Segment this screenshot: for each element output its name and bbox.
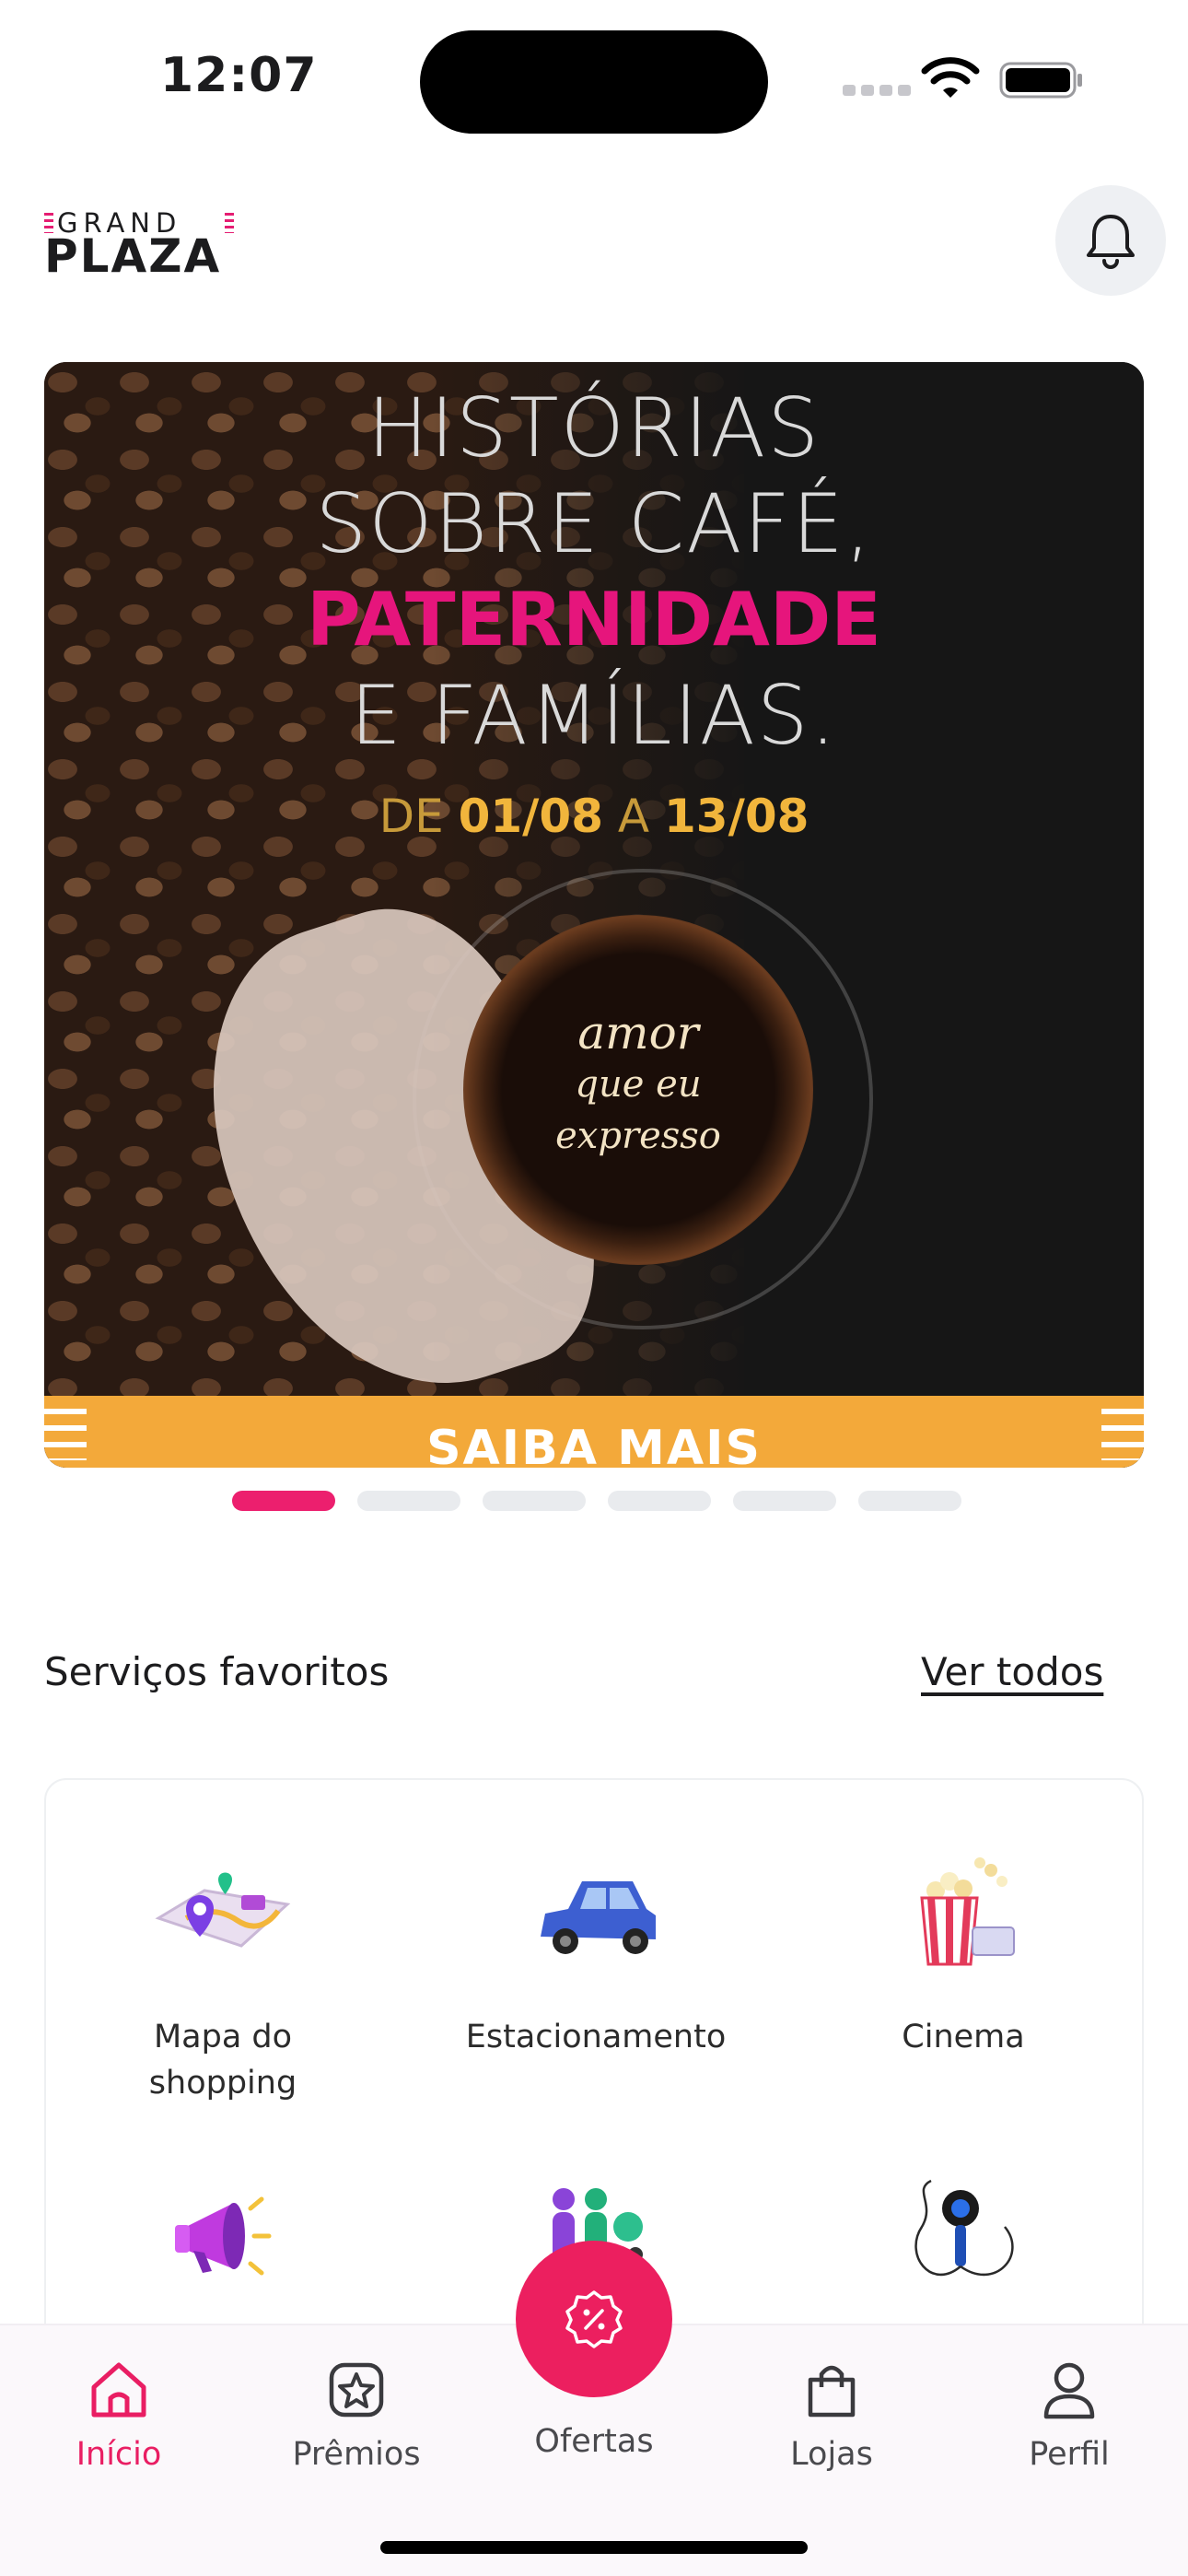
nav-stores-label: Lojas [790,2436,873,2473]
date-start: 01/08 [458,790,603,843]
date-end: 13/08 [664,790,809,843]
notifications-button[interactable] [1055,185,1166,296]
bell-icon [1087,215,1135,269]
service-parking[interactable]: Estacionamento [421,1835,771,2060]
nav-stores[interactable]: Lojas [740,2353,924,2473]
date-prefix: DE [379,790,459,843]
cup-line-3: expresso [555,1115,721,1157]
favorites-title: Serviços favoritos [44,1649,390,1694]
popcorn-icon [885,1835,1042,1992]
carousel-dot-1[interactable] [232,1491,335,1511]
service-events[interactable] [48,2158,398,2314]
service-label: Estacionamento [465,2019,727,2055]
carousel-dot-6[interactable] [858,1491,961,1511]
promo-banner[interactable]: amor que eu expresso HISTÓRIAS SOBRE CAF… [44,362,1144,1468]
cup-line-1: amor [577,1006,699,1060]
cup-line-2: que eu [575,1063,702,1106]
logo-stripe-right [225,213,234,233]
status-bar: 12:07 [0,0,1188,157]
learn-more-button[interactable]: SAIBA MAIS [44,1396,1144,1468]
carousel-dot-3[interactable] [483,1491,586,1511]
learn-more-label: SAIBA MAIS [426,1421,762,1468]
wifi-icon [921,57,980,98]
banner-dates: DE 01/08 A 13/08 [44,790,1144,843]
rewards-icon [320,2353,393,2427]
carousel-dot-2[interactable] [357,1491,460,1511]
banner-headline: HISTÓRIAS SOBRE CAFÉ, PATERNIDADE E FAMÍ… [44,381,1144,843]
car-icon [518,1835,674,1992]
megaphone-icon [145,2158,301,2314]
nav-rewards-label: Prêmios [292,2436,421,2473]
nav-home[interactable]: Início [27,2353,211,2473]
cta-stripes-left [44,1409,87,1460]
service-cinema[interactable]: Cinema [788,1835,1138,2060]
banner-line-1: HISTÓRIAS [367,381,821,475]
user-icon [1032,2353,1106,2427]
status-time: 12:07 [160,48,318,103]
carousel-dot-5[interactable] [733,1491,836,1511]
cup-lettering: amor que eu expresso [505,1007,772,1162]
dynamic-island [420,30,768,134]
see-all-link[interactable]: Ver todos [921,1649,1103,1694]
discount-badge-icon [565,2290,623,2348]
banner-line-4: E FAMÍLIAS. [350,668,838,763]
cellular-signal-icon [843,85,911,96]
offers-fab-button[interactable] [516,2241,672,2397]
banner-line-2: SOBRE CAFÉ, [315,476,873,571]
nav-profile-label: Perfil [1029,2436,1110,2473]
nav-rewards[interactable]: Prêmios [264,2353,448,2473]
cta-stripes-right [1101,1409,1144,1460]
date-mid: A [603,790,664,843]
nav-offers[interactable]: Ofertas [502,2423,686,2460]
logo-plaza-text: PLAZA [44,229,222,283]
nav-home-label: Início [76,2436,162,2473]
service-label: Cinema [902,2019,1025,2055]
nav-profile[interactable]: Perfil [977,2353,1161,2473]
home-icon [82,2353,156,2427]
grand-plaza-logo[interactable]: GRAND PLAZA [44,207,238,283]
home-indicator [380,2541,808,2554]
map-icon [145,1835,301,1992]
banner-line-3: PATERNIDADE [307,577,881,662]
microphone-icon [885,2158,1042,2314]
nav-offers-label: Ofertas [534,2423,654,2460]
shopping-bag-icon [795,2353,868,2427]
battery-icon [999,62,1082,99]
service-karaoke[interactable] [788,2158,1138,2314]
service-label: Mapa do shopping [148,2019,297,2102]
carousel-dot-4[interactable] [608,1491,711,1511]
service-map[interactable]: Mapa do shopping [48,1835,398,2106]
carousel-indicator [232,1491,961,1511]
